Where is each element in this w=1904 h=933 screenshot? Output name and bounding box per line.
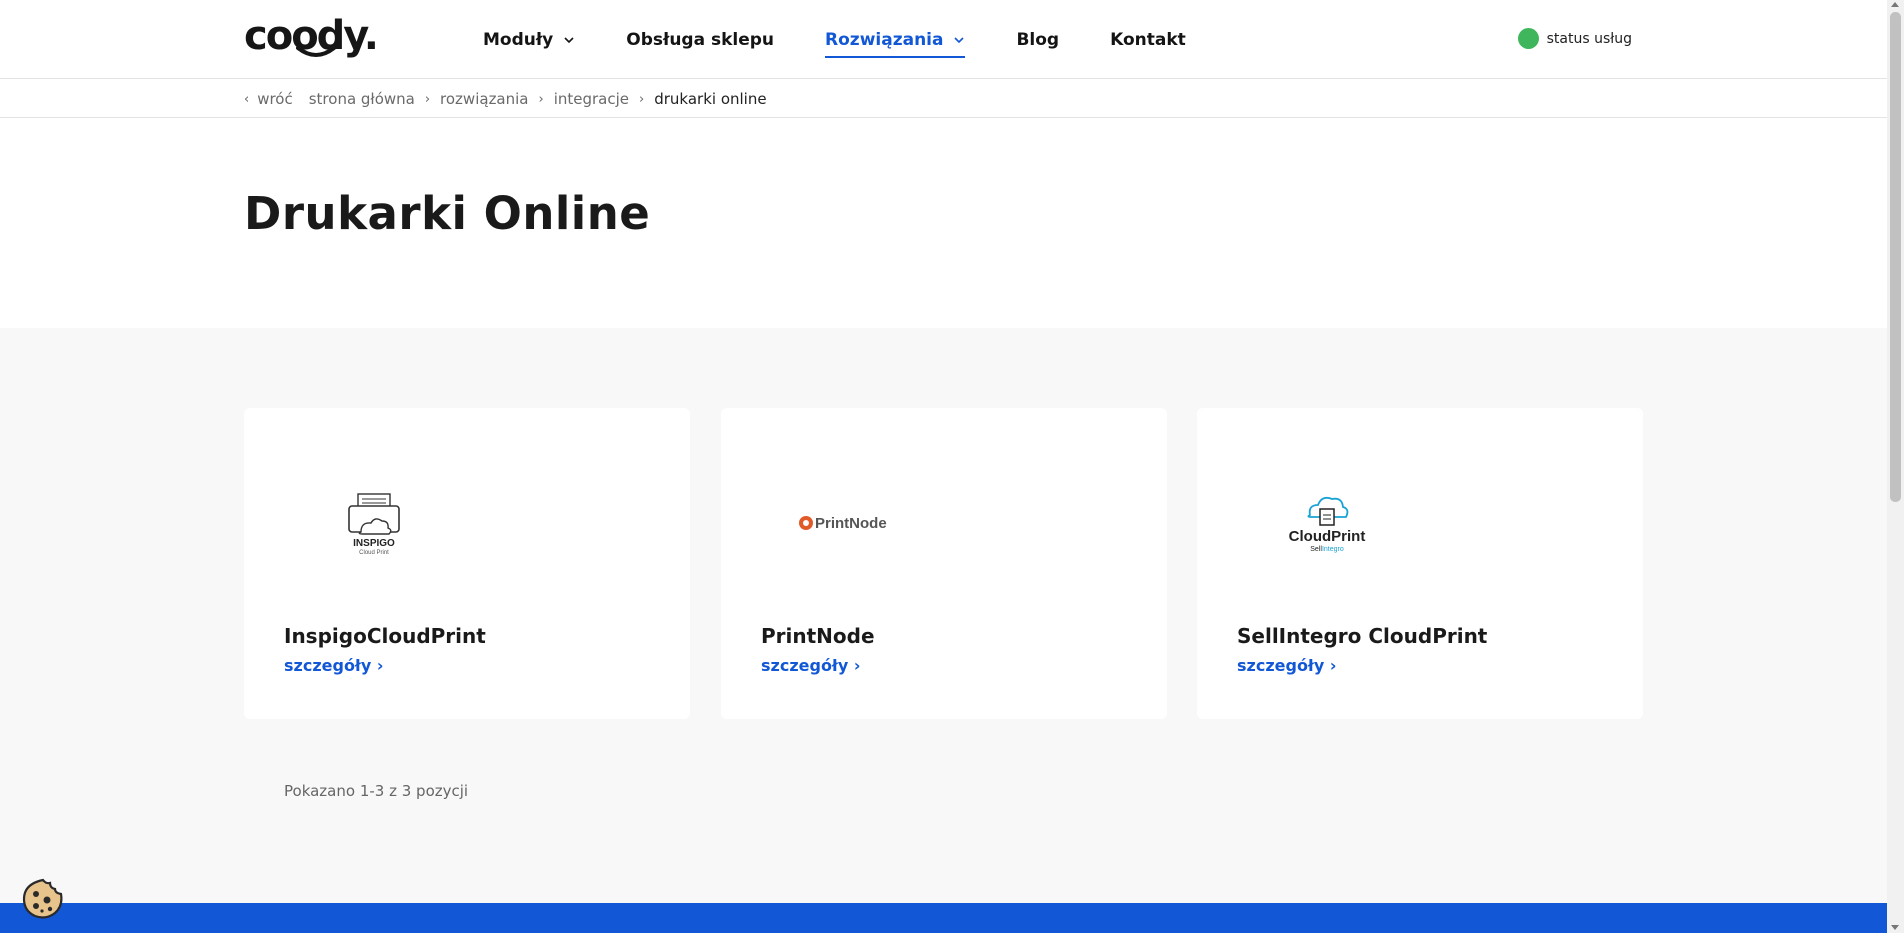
nav-item-kontakt[interactable]: Kontakt: [1110, 0, 1186, 79]
integration-name: PrintNode: [761, 624, 875, 648]
service-status-link[interactable]: status usług: [1517, 28, 1632, 49]
page-title: Drukarki Online: [244, 187, 651, 240]
details-link[interactable]: szczegóły ›: [1237, 656, 1336, 675]
printnode-brand-icon: PrintNode: [799, 515, 887, 532]
details-link-label: szczegóły: [1237, 656, 1325, 675]
main-nav: Moduły Obsługa sklepu Rozwiązania Blog K…: [483, 0, 1237, 79]
printnode-logo: PrintNode: [761, 478, 941, 568]
svg-text:CloudPrint: CloudPrint: [1289, 528, 1366, 545]
nav-item-rozwiazania[interactable]: Rozwiązania: [825, 0, 966, 79]
svg-text:SellIntegro: SellIntegro: [1310, 546, 1344, 553]
site-header: coody. Moduły Obsługa sklepu Rozwiązania…: [0, 0, 1887, 79]
cloud-printer-icon: CloudPrint SellIntegro: [1289, 496, 1366, 553]
details-link-label: szczegóły: [761, 656, 849, 675]
scroll-down-icon[interactable]: [1891, 925, 1899, 930]
nav-item-label: Blog: [1016, 29, 1060, 50]
breadcrumb-item-current: drukarki online: [654, 90, 767, 108]
nav-item-obsluga-sklepu[interactable]: Obsługa sklepu: [626, 0, 774, 79]
chevron-right-icon: ›: [538, 91, 544, 107]
details-link[interactable]: szczegóły ›: [761, 656, 860, 675]
nav-item-label: Obsługa sklepu: [626, 29, 775, 50]
integration-card[interactable]: PrintNode PrintNode szczegóły ›: [721, 408, 1167, 719]
chevron-down-icon: [954, 36, 965, 43]
pagination-info: Pokazano 1-3 z 3 pozycji: [284, 782, 469, 800]
svg-text:INSPIGO: INSPIGO: [353, 538, 395, 549]
chevron-right-icon: ›: [1329, 656, 1337, 675]
printer-cloud-icon: INSPIGO Cloud Print: [348, 493, 400, 556]
chevron-right-icon: ›: [376, 656, 384, 675]
breadcrumb-item-integrations[interactable]: integracje: [554, 90, 629, 108]
status-label: status usług: [1546, 30, 1632, 47]
nav-item-label: Moduły: [483, 29, 554, 50]
integration-name: InspigoCloudPrint: [284, 624, 486, 648]
logo[interactable]: coody.: [244, 16, 379, 62]
breadcrumb-item-solutions[interactable]: rozwiązania: [440, 90, 528, 108]
details-link-label: szczegóły: [284, 656, 372, 675]
scroll-up-icon[interactable]: [1891, 2, 1899, 7]
sellintegro-cloudprint-logo: CloudPrint SellIntegro: [1237, 478, 1417, 568]
scrollbar-thumb[interactable]: [1890, 12, 1901, 502]
chevron-down-icon: [564, 36, 574, 43]
status-dot-icon: [1517, 28, 1539, 49]
breadcrumb-back-link[interactable]: wróć: [257, 90, 293, 108]
cookie-icon: [22, 878, 63, 919]
chevron-left-icon: ‹: [244, 91, 250, 107]
title-section: Drukarki Online: [0, 119, 1887, 328]
integration-card[interactable]: CloudPrint SellIntegro SellIntegro Cloud…: [1197, 408, 1643, 719]
integrations-grid: INSPIGO Cloud Print InspigoCloudPrint sz…: [0, 328, 1887, 903]
nav-item-moduly[interactable]: Moduły: [483, 0, 575, 79]
inspigo-logo: INSPIGO Cloud Print: [284, 478, 464, 568]
svg-text:PrintNode: PrintNode: [815, 515, 887, 532]
page-scrollbar[interactable]: [1887, 0, 1904, 933]
chevron-right-icon: ›: [424, 91, 431, 107]
chevron-right-icon: ›: [639, 91, 645, 107]
svg-text:Cloud Print: Cloud Print: [359, 550, 389, 556]
nav-item-label: Rozwiązania: [825, 29, 944, 50]
nav-item-label: Kontakt: [1110, 29, 1186, 50]
integration-card[interactable]: INSPIGO Cloud Print InspigoCloudPrint sz…: [244, 408, 690, 719]
logo-smile-icon: [296, 46, 336, 57]
integration-name: SellIntegro CloudPrint: [1237, 624, 1488, 648]
cookie-settings-button[interactable]: [22, 878, 64, 920]
chevron-right-icon: ›: [853, 656, 861, 675]
nav-item-blog[interactable]: Blog: [1016, 0, 1059, 79]
details-link[interactable]: szczegóły ›: [284, 656, 383, 675]
breadcrumb: ‹ wróć strona główna › rozwiązania › int…: [0, 80, 1887, 118]
footer-banner: [0, 903, 1887, 933]
breadcrumb-item-home[interactable]: strona główna: [309, 90, 415, 108]
